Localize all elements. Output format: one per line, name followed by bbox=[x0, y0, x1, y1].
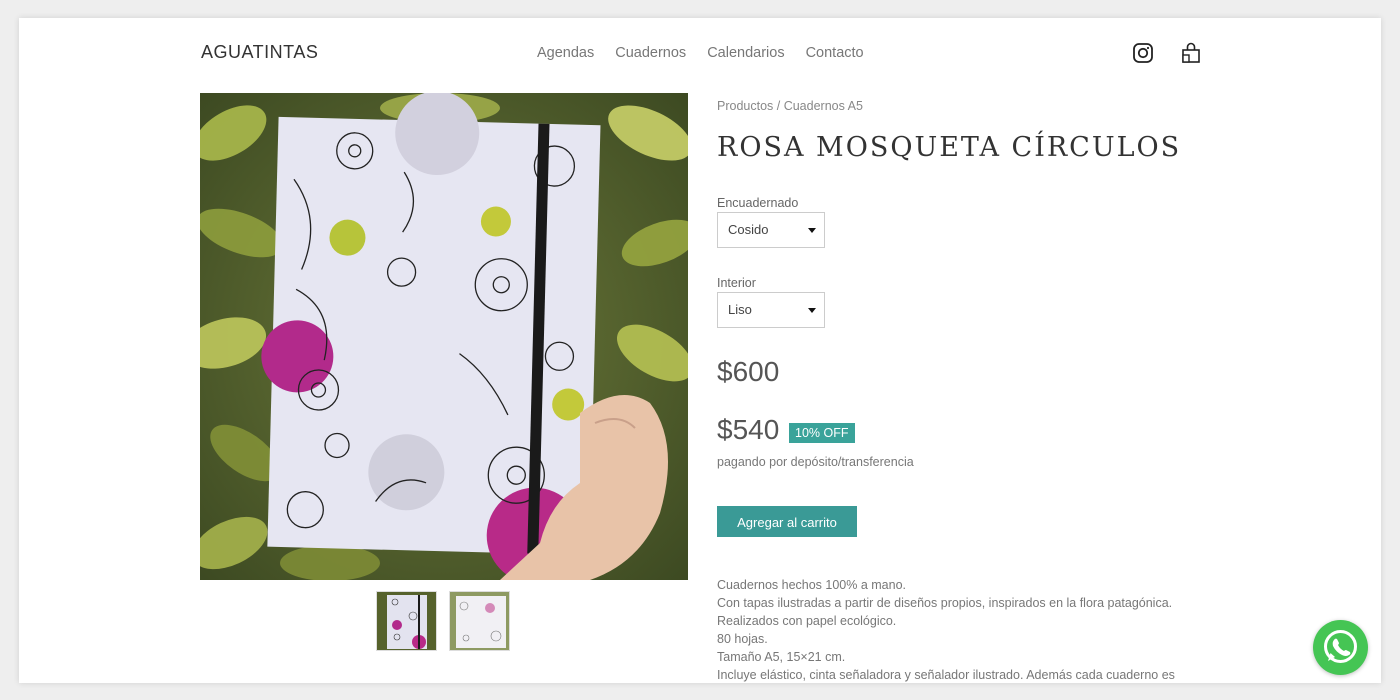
description-line: Realizados con papel ecológico. bbox=[717, 614, 897, 628]
description-line: Con tapas ilustradas a partir de diseños… bbox=[717, 596, 1173, 610]
nav-item-cuadernos[interactable]: Cuadernos bbox=[615, 45, 686, 61]
interior-select-value: Liso bbox=[728, 302, 752, 317]
main-nav: Agendas Cuadernos Calendarios Contacto bbox=[537, 45, 864, 61]
encuadernado-select-value: Cosido bbox=[728, 222, 769, 237]
discount-badge: 10% OFF bbox=[789, 423, 855, 443]
nav-item-agendas[interactable]: Agendas bbox=[537, 45, 594, 61]
payment-note: pagando por depósito/transferencia bbox=[717, 455, 914, 469]
option-label-interior: Interior bbox=[717, 276, 756, 290]
description-line: 80 hojas. bbox=[717, 632, 768, 646]
price-discounted: $540 bbox=[717, 414, 780, 445]
chevron-down-icon bbox=[808, 228, 816, 233]
encuadernado-select[interactable]: Cosido bbox=[717, 212, 825, 248]
nav-item-contacto[interactable]: Contacto bbox=[806, 45, 864, 61]
product-description: Cuadernos hechos 100% a mano. Con tapas … bbox=[717, 576, 1197, 683]
thumbnail-1[interactable] bbox=[376, 591, 437, 651]
whatsapp-button[interactable] bbox=[1313, 620, 1368, 675]
header-actions bbox=[1132, 42, 1202, 64]
description-line: Tamaño A5, 15×21 cm. bbox=[717, 650, 846, 664]
thumbnail-2[interactable] bbox=[449, 591, 510, 651]
chevron-down-icon bbox=[808, 308, 816, 313]
nav-item-calendarios[interactable]: Calendarios bbox=[707, 45, 784, 61]
whatsapp-icon bbox=[1324, 630, 1357, 663]
price-original: $600 bbox=[717, 356, 780, 387]
page: AGUATINTAS Agendas Cuadernos Calendarios… bbox=[19, 18, 1381, 683]
add-to-cart-button[interactable]: Agregar al carrito bbox=[717, 506, 857, 537]
option-label-encuadernado: Encuadernado bbox=[717, 196, 799, 210]
breadcrumb[interactable]: Productos / Cuadernos A5 bbox=[717, 99, 863, 113]
product-thumbnails bbox=[376, 591, 510, 651]
product-title: ROSA MOSQUETA CÍRCULOS bbox=[717, 132, 1182, 163]
description-line: Cuadernos hechos 100% a mano. bbox=[717, 578, 907, 592]
shopping-bag-icon[interactable] bbox=[1180, 42, 1202, 64]
instagram-icon[interactable] bbox=[1132, 42, 1154, 64]
product-main-image[interactable] bbox=[200, 93, 688, 580]
site-logo[interactable]: AGUATINTAS bbox=[201, 42, 318, 63]
interior-select[interactable]: Liso bbox=[717, 292, 825, 328]
description-line: Incluye elástico, cinta señaladora y señ… bbox=[717, 668, 1175, 682]
